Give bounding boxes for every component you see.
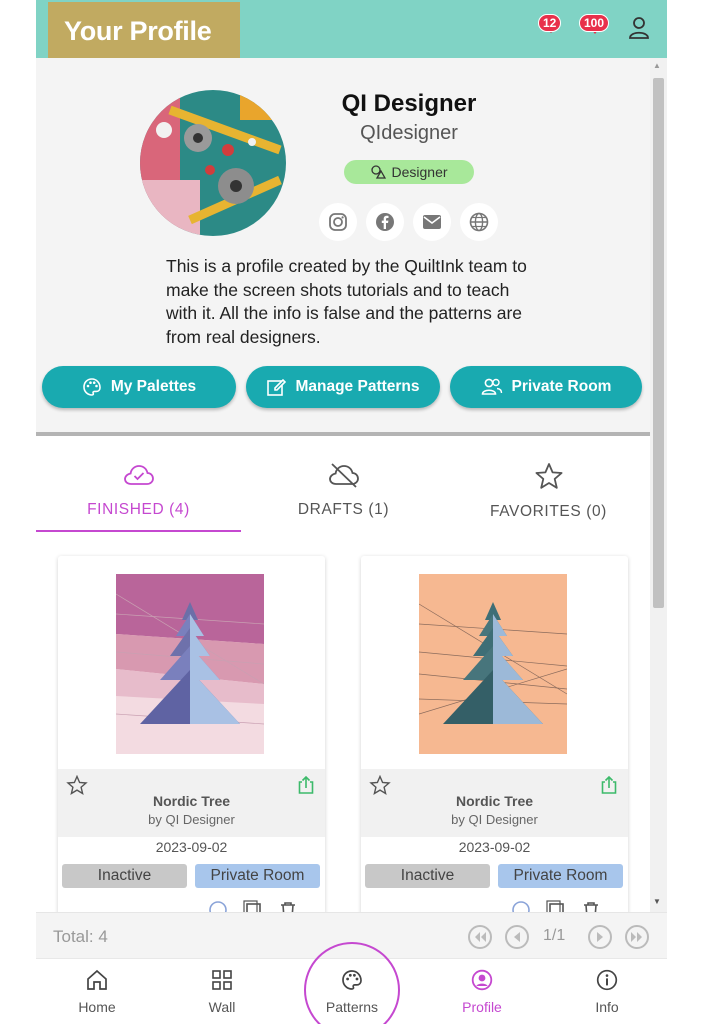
scroll-up-arrow[interactable]: ▲ (653, 61, 661, 70)
nav-info[interactable]: Info (567, 969, 647, 1015)
double-left-icon (475, 932, 486, 942)
profile-bio: This is a profile created by the QuiltIn… (166, 256, 527, 347)
star-icon (369, 774, 391, 795)
page-title: Your Profile (64, 16, 212, 46)
profile-section: QI Designer QIdesigner Designer This is … (36, 58, 650, 434)
nordic-tree-pink-image (116, 574, 264, 754)
share-icon (298, 775, 314, 794)
users-icon (481, 378, 502, 395)
pattern-card[interactable]: Nordic Tree by QI Designer 2023-09-02 In… (58, 556, 325, 916)
card-date: 2023-09-02 (155, 839, 228, 855)
grid-icon (212, 970, 232, 990)
my-palettes-button[interactable]: My Palettes (42, 366, 236, 408)
nav-home[interactable]: Home (57, 969, 137, 1015)
scrollbar-thumb[interactable] (653, 78, 664, 608)
website-button[interactable] (460, 203, 498, 241)
private-room-label: Private Room (511, 378, 612, 395)
page-margin-right (667, 0, 703, 1024)
email-button[interactable] (413, 203, 451, 241)
tab-finished[interactable]: FINISHED (4) (36, 462, 241, 519)
role-label: Designer (391, 164, 448, 180)
nav-wall-label: Wall (208, 999, 236, 1015)
profile-name: QI Designer (341, 90, 477, 117)
nav-profile[interactable]: Profile (442, 969, 522, 1015)
manage-patterns-label: Manage Patterns (295, 378, 420, 395)
nordic-tree-peach-image (419, 574, 567, 754)
edit-icon (267, 378, 287, 396)
private-room-badge[interactable]: Private Room (498, 864, 623, 888)
scroll-down-arrow[interactable]: ▼ (653, 897, 661, 906)
tab-drafts-label: DRAFTS (1) (297, 501, 390, 518)
right-icon (597, 932, 603, 942)
pattern-thumbnail[interactable] (419, 574, 567, 754)
status-badge[interactable]: Inactive (365, 864, 490, 888)
cloud-check-icon (123, 465, 154, 485)
tab-favorites[interactable]: FAVORITES (0) (446, 462, 651, 521)
total-count: Total: 4 (53, 927, 108, 946)
avatar[interactable] (140, 90, 286, 236)
shapes-icon (371, 165, 387, 179)
avatar-image (140, 90, 286, 236)
tab-drafts[interactable]: DRAFTS (1) (241, 462, 446, 519)
left-icon (514, 932, 520, 942)
role-badge: Designer (344, 160, 474, 184)
private-room-badge[interactable]: Private Room (195, 864, 320, 888)
manage-patterns-button[interactable]: Manage Patterns (246, 366, 440, 408)
page-indicator: 1/1 (543, 927, 566, 944)
facebook-button[interactable] (366, 203, 404, 241)
active-tab-indicator (36, 530, 241, 532)
profile-handle: QIdesigner (360, 122, 458, 144)
card-meta: Nordic Tree by QI Designer (58, 769, 325, 837)
facebook-icon (376, 213, 394, 231)
pattern-card[interactable]: Nordic Tree by QI Designer 2023-09-02 In… (361, 556, 628, 916)
instagram-button[interactable] (319, 203, 357, 241)
nav-wall[interactable]: Wall (182, 969, 262, 1015)
notifications-count: 12 (538, 14, 562, 32)
top-bar: Your Profile 12 100 (36, 0, 667, 62)
star-icon (535, 463, 562, 489)
previous-page-button[interactable] (505, 925, 529, 949)
next-page-button[interactable] (588, 925, 612, 949)
home-icon (87, 969, 107, 990)
messages-button[interactable]: 100 (577, 14, 613, 34)
card-author: by QI Designer (148, 812, 235, 827)
page-margin-left (0, 0, 36, 1024)
pattern-thumbnail[interactable] (116, 574, 264, 754)
star-icon (66, 774, 88, 795)
section-divider (36, 432, 650, 436)
account-button[interactable] (628, 16, 650, 40)
instagram-icon (329, 213, 347, 231)
nav-info-label: Info (595, 999, 619, 1015)
messages-count: 100 (579, 14, 610, 32)
double-right-icon (631, 932, 642, 942)
card-title: Nordic Tree (152, 793, 231, 809)
private-room-button[interactable]: Private Room (450, 366, 642, 408)
card-author: by QI Designer (451, 812, 538, 827)
nav-home-label: Home (78, 999, 116, 1015)
card-title: Nordic Tree (455, 793, 534, 809)
palette-icon (83, 378, 101, 396)
mail-icon (423, 215, 441, 229)
status-badge[interactable]: Inactive (62, 864, 187, 888)
tab-finished-label: FINISHED (4) (87, 501, 190, 518)
my-palettes-label: My Palettes (110, 378, 197, 395)
cloud-off-icon (328, 463, 359, 488)
globe-icon (469, 212, 489, 232)
notifications-button[interactable]: 12 (536, 14, 566, 34)
info-icon (596, 969, 618, 991)
tab-favorites-label: FAVORITES (0) (490, 503, 607, 520)
nav-profile-label: Profile (462, 999, 502, 1015)
user-circle-icon (471, 969, 493, 991)
app-window: Your Profile 12 100 QI Designer QIdesign… (36, 0, 667, 1024)
card-meta: Nordic Tree by QI Designer (361, 769, 628, 837)
card-date: 2023-09-02 (458, 839, 531, 855)
last-page-button[interactable] (625, 925, 649, 949)
share-icon (601, 775, 617, 794)
user-icon (629, 17, 649, 39)
first-page-button[interactable] (468, 925, 492, 949)
